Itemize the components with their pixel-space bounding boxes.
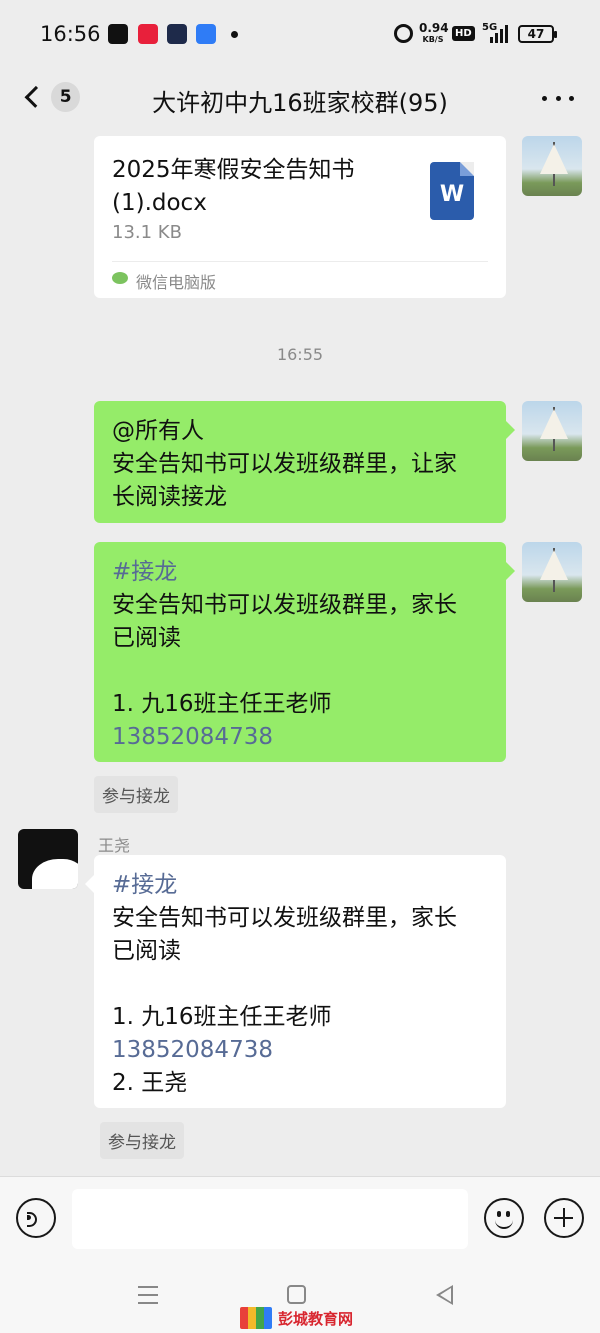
message-line: 安全告知书可以发班级群里，家长	[112, 905, 457, 931]
message-line: 长阅读接龙	[112, 484, 227, 510]
message-line: 已阅读	[112, 938, 181, 964]
more-dot-icon	[555, 95, 561, 101]
more-dot-icon	[542, 95, 547, 101]
my-avatar[interactable]	[522, 401, 582, 461]
more-dot-icon	[569, 95, 574, 101]
system-nav-bar: 彭城教育网	[0, 1260, 600, 1333]
chevron-left-icon	[24, 85, 47, 109]
phone-number-link[interactable]: 13852084738	[112, 721, 488, 754]
my-avatar[interactable]	[522, 136, 582, 196]
word-icon-letter: W	[439, 182, 465, 207]
watermark-logo-icon	[240, 1307, 272, 1329]
jielong-entry: 1. 九16班主任王老师	[112, 1004, 332, 1030]
sender-avatar[interactable]	[18, 829, 78, 889]
jielong-entry: 2. 王尧	[112, 1070, 188, 1096]
back-button[interactable]: 5	[18, 80, 80, 114]
join-jielong-button[interactable]: 参与接龙	[100, 1122, 184, 1159]
jielong-tag-link[interactable]: #接龙	[112, 869, 488, 902]
watermark-text: 彭城教育网	[278, 1309, 354, 1328]
chat-header: 5 大许初中九16班家校群(95)	[0, 68, 600, 130]
more-options-button[interactable]	[542, 84, 574, 112]
message-line: 安全告知书可以发班级群里，让家	[112, 451, 457, 477]
message-timestamp: 16:55	[276, 345, 324, 364]
alarm-icon	[394, 24, 413, 43]
network-speed-unit: KB/S	[422, 35, 444, 44]
clock-app-icon	[167, 24, 187, 44]
message-bubble-announce[interactable]: @所有人 安全告知书可以发班级群里，让家 长阅读接龙	[94, 401, 515, 523]
feather-app-icon	[196, 24, 216, 44]
message-bubble-jielong-other[interactable]: #接龙 安全告知书可以发班级群里，家长 已阅读 1. 九16班主任王老师 138…	[85, 855, 506, 1108]
network-speed: 0.94 KB/S	[419, 21, 449, 45]
phone-number-link[interactable]: 13852084738	[112, 1034, 488, 1067]
watermark: 彭城教育网	[240, 1307, 353, 1329]
jielong-entry: 1. 九16班主任王老师	[112, 691, 332, 717]
home-button[interactable]	[287, 1285, 306, 1304]
file-card-divider	[112, 261, 488, 262]
hd-badge: HD	[452, 26, 475, 41]
status-bar: 16:56 0.94 KB/S HD 5G 47	[0, 0, 600, 68]
message-line: 已阅读	[112, 625, 181, 651]
file-source-label: 微信电脑版	[136, 273, 217, 292]
more-functions-button[interactable]	[544, 1198, 584, 1238]
tiktok-icon	[108, 24, 128, 44]
network-speed-value: 0.94	[419, 21, 449, 35]
message-bubble-jielong[interactable]: #接龙 安全告知书可以发班级群里，家长 已阅读 1. 九16班主任王老师 138…	[94, 542, 515, 762]
word-document-icon: W	[430, 162, 474, 220]
status-time: 16:56	[40, 22, 101, 46]
signal-icon	[490, 25, 508, 43]
input-bar	[0, 1176, 600, 1260]
chat-title: 大许初中九16班家校群(95)	[152, 89, 448, 117]
xiaohongshu-icon	[138, 24, 158, 44]
file-name: 2025年寒假安全告知书(1).docx	[112, 157, 355, 216]
my-avatar[interactable]	[522, 542, 582, 602]
file-size: 13.1 KB	[112, 222, 182, 243]
join-jielong-button[interactable]: 参与接龙	[94, 776, 178, 813]
message-line: 安全告知书可以发班级群里，家长	[112, 592, 457, 618]
emoji-button[interactable]	[484, 1198, 524, 1238]
recent-apps-button[interactable]	[138, 1286, 158, 1304]
jielong-tag-link[interactable]: #接龙	[112, 556, 488, 589]
sender-name: 王尧	[98, 836, 131, 855]
system-back-button[interactable]	[436, 1285, 453, 1305]
battery-icon: 47	[518, 25, 557, 43]
voice-input-button[interactable]	[16, 1198, 56, 1238]
notification-dot-icon	[231, 31, 238, 38]
file-message-card[interactable]: 2025年寒假安全告知书(1).docx 13.1 KB W 微信电脑版	[94, 136, 506, 298]
unread-count-badge: 5	[51, 82, 80, 112]
mention-all: @所有人	[112, 418, 204, 444]
wechat-icon	[112, 272, 128, 284]
message-input[interactable]	[72, 1189, 468, 1249]
